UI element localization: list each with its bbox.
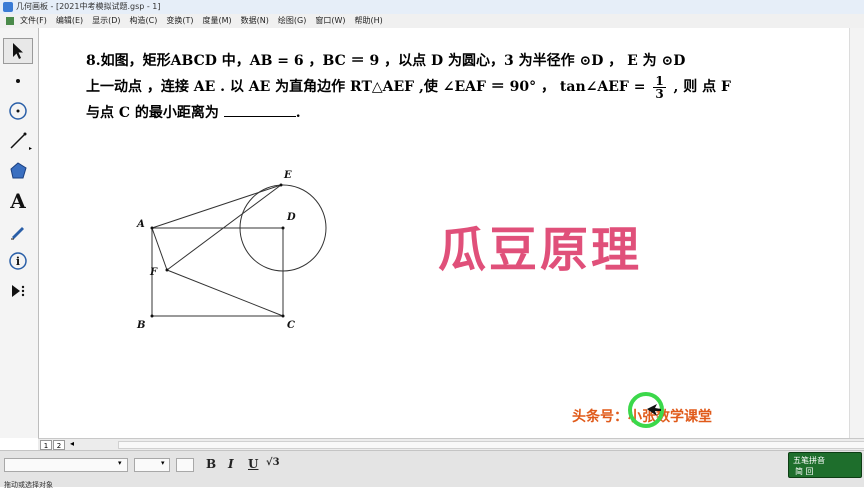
ime-name: 五笔拼音 xyxy=(793,456,825,465)
segment-fc xyxy=(166,269,284,317)
page-tab-2[interactable]: 2 xyxy=(53,440,65,450)
bold-button[interactable]: B xyxy=(206,457,216,471)
font-family-select[interactable] xyxy=(4,458,128,472)
underline-button[interactable]: U xyxy=(248,457,258,471)
scroll-left-icon[interactable]: ◂ xyxy=(70,439,74,448)
text-format-bar: ▾ ▾ B I U √3 拖动或选择对象 xyxy=(0,450,864,489)
point-f[interactable] xyxy=(165,268,169,272)
segment-ae xyxy=(151,184,282,229)
page-tab-1[interactable]: 1 xyxy=(40,440,52,450)
math-format-button[interactable]: √3 xyxy=(266,457,280,468)
font-family-dropdown-icon[interactable]: ▾ xyxy=(118,459,122,467)
label-a: A xyxy=(136,219,145,230)
text-color-swatch[interactable] xyxy=(176,458,194,472)
topic-watermark: 瓜豆原理 xyxy=(438,222,643,278)
font-size-dropdown-icon[interactable]: ▾ xyxy=(161,459,165,467)
label-d: D xyxy=(286,212,296,223)
label-c: C xyxy=(287,320,295,331)
italic-button[interactable]: I xyxy=(228,457,234,471)
horizontal-scrollbar[interactable] xyxy=(118,441,864,449)
status-text: 拖动或选择对象 xyxy=(4,481,53,489)
label-b: B xyxy=(136,320,145,331)
segment-af xyxy=(151,227,168,271)
label-e: E xyxy=(283,170,292,181)
point-d[interactable] xyxy=(281,226,285,230)
point-e[interactable] xyxy=(279,183,283,187)
point-b[interactable] xyxy=(150,314,154,318)
label-f: F xyxy=(149,267,158,278)
point-c[interactable] xyxy=(281,314,285,318)
ime-status: 简 回 xyxy=(795,467,814,476)
geometry-figure: A B C D E F xyxy=(136,170,327,331)
ime-indicator[interactable]: 五笔拼音 简 回 xyxy=(788,452,862,478)
point-a[interactable] xyxy=(150,226,154,230)
mouse-pointer-icon xyxy=(647,404,661,416)
